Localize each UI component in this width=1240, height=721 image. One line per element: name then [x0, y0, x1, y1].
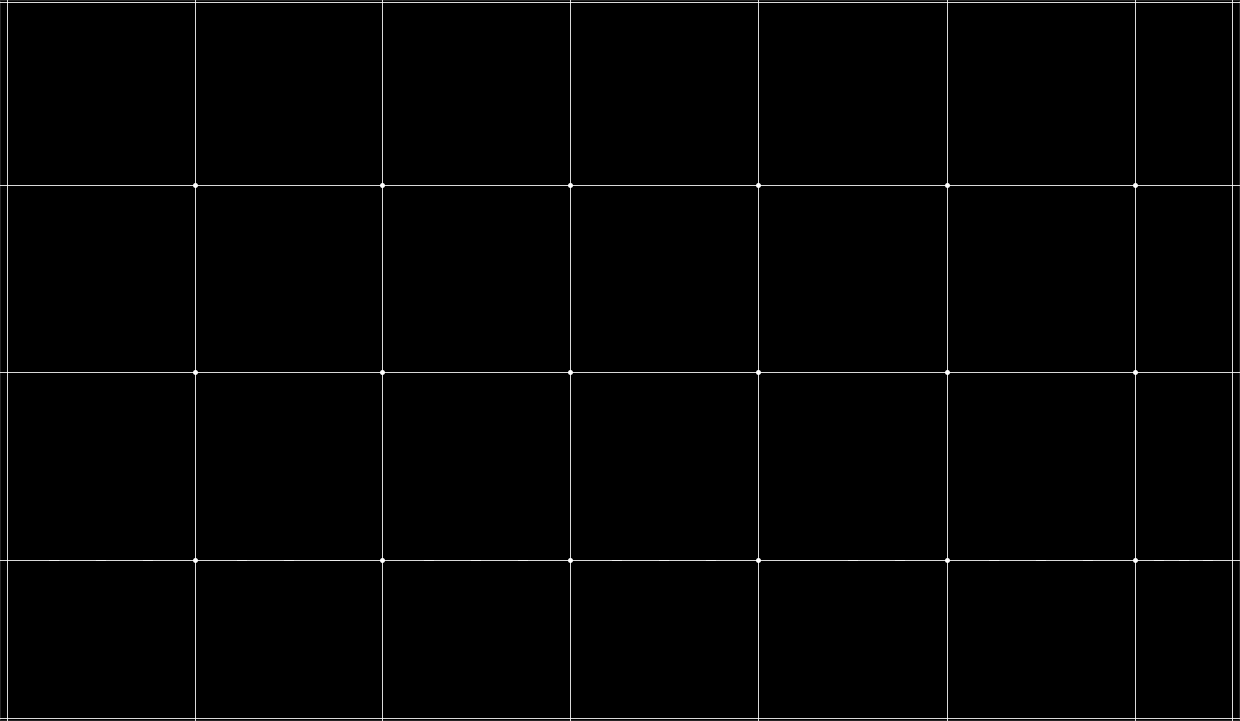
- frame-border: [0, 0, 1240, 721]
